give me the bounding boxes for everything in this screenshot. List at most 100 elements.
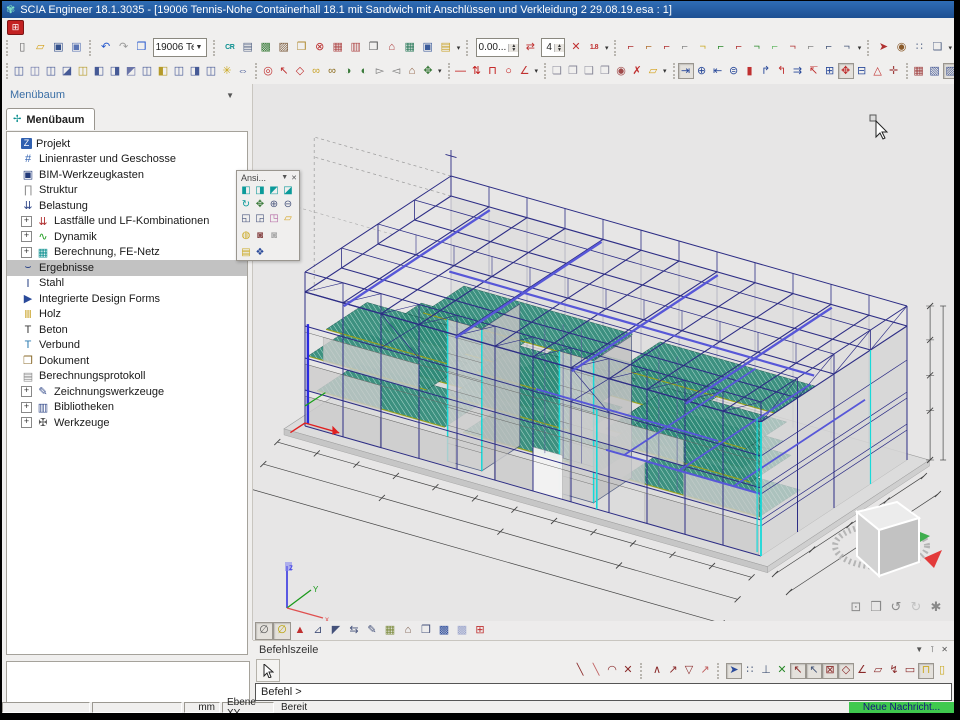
draw-tool-icon[interactable]: ✕ [620,663,636,679]
toolbar-grip[interactable] [89,40,93,56]
toolbar-grip[interactable] [6,40,10,56]
scale-tool-icon[interactable]: 1.8 [585,39,603,57]
chevron-down-icon[interactable]: ▼ [226,91,234,100]
pin-icon[interactable]: ⊺ [930,645,934,654]
tree-item[interactable]: + ▤ Berechnungsprotokoll [7,369,247,385]
tree-item[interactable]: + ∿ Dynamik [7,229,247,245]
node-tool-icon[interactable]: ↸ [806,63,822,79]
modify-tool-icon[interactable]: ◐ [356,63,372,79]
spinner-arrows-icon[interactable]: ▲▼ [554,44,564,52]
viewport-display-icon[interactable]: ✎ [363,622,381,640]
tree-item[interactable]: + ⇊ Belastung [7,198,247,214]
tree-item[interactable]: + ▣ BIM-Werkzeugkasten [7,167,247,183]
modify-tool-icon[interactable]: ◑ [340,63,356,79]
node-tool-icon[interactable]: △ [870,63,886,79]
render-option-icon[interactable]: ◙ [253,229,267,243]
overflow-caret-icon[interactable]: ▾ [605,44,609,52]
zoom-rotate-icon[interactable]: ✥ [253,198,267,212]
visibility-tool-icon[interactable]: ✗ [629,63,645,79]
node-tool-icon[interactable]: ⇤ [710,63,726,79]
snap-mode-icon[interactable]: ⊥ [758,663,774,679]
cursor-snap-icon[interactable]: ➤ [726,663,742,679]
project-combo[interactable]: 19006 Tennis-Nohe▼ [153,38,208,57]
display-mode-icon[interactable]: ❖ [253,246,267,260]
render-option-icon[interactable]: ◙ [267,229,281,243]
misc-tool-icon[interactable]: ❑ [929,39,947,57]
viewport-display-icon[interactable]: ▲ [291,622,309,640]
corner-tool-icon[interactable]: ⌐ [658,39,676,57]
undo-redo-icon[interactable]: ↷ [115,39,133,57]
column-tool-icon[interactable]: ◫ [43,63,59,79]
swap-icon[interactable]: ⇄ [521,39,539,57]
view-direction-icon[interactable]: ◨ [253,184,267,198]
workplane-indicator[interactable]: Ebene XY [222,702,274,713]
draw-tool-icon[interactable]: ╲ [588,663,604,679]
nav-tool-icon[interactable]: ✱ [926,596,946,616]
visibility-tool-icon[interactable]: ◉ [613,63,629,79]
snap-mode-icon[interactable]: ↯ [886,663,902,679]
snap-mode-icon[interactable]: ✕ [774,663,790,679]
tree-item[interactable]: + Ⅰ Stahl [7,276,247,292]
expander-icon[interactable]: + [21,402,32,413]
corner-tool-icon[interactable]: ⌐ [766,39,784,57]
nav-cube[interactable] [824,474,944,594]
corner-tool-icon[interactable]: ⌐ [730,39,748,57]
zoom-window-icon[interactable]: ◱ [239,212,253,226]
viewport-display-icon[interactable]: ⊿ [309,622,327,640]
column-tool-icon[interactable]: ◨ [107,63,123,79]
tab-menubaum[interactable]: ✢ Menübaum [6,108,95,130]
toolbar-grip[interactable] [673,63,675,79]
tree-item[interactable]: + ▦ Berechnung, FE-Netz [7,245,247,261]
select-tool-icon[interactable]: ◇ [292,63,308,79]
viewport-display-icon[interactable]: ▦ [381,622,399,640]
undo-redo-icon[interactable]: ↶ [97,39,115,57]
mesh-tool-icon[interactable]: ▧ [927,63,943,79]
mesh-tool-icon[interactable]: ▦ [911,63,927,79]
viewport-display-icon[interactable]: ∅ [273,622,291,640]
viewport-display-icon[interactable]: ⌂ [399,622,417,640]
zoom-rotate-icon[interactable]: ↻ [239,198,253,212]
copy-tool-icon[interactable]: ❑ [581,63,597,79]
overflow-caret-icon[interactable]: ▾ [949,44,953,52]
file-toolbar-icon[interactable]: ▣ [67,39,85,57]
node-tool-icon[interactable]: ⇉ [790,63,806,79]
snap-mode-icon[interactable]: ∷ [742,663,758,679]
select-tool-icon[interactable]: ◎ [260,63,276,79]
render-option-icon[interactable]: ◍ [239,229,253,243]
corner-tool-icon[interactable]: ⌐ [712,39,730,57]
modify-tool-icon[interactable]: ▻ [372,63,388,79]
tree-item[interactable]: + ✠ Werkzeuge [7,415,247,431]
tree-item[interactable]: + # Linienraster und Geschosse [7,152,247,168]
point-tool-icon[interactable]: ↗ [697,663,713,679]
view-toolbar-icon[interactable]: ▨ [275,39,293,57]
toolbar-grip[interactable] [6,63,8,79]
node-tool-icon[interactable]: ⇥ [678,63,694,79]
tree-item[interactable]: + ⇊ Lastfälle und LF-Kombinationen [7,214,247,230]
corner-tool-icon[interactable]: ⌐ [640,39,658,57]
scale-tool-icon[interactable]: ✕ [567,39,585,57]
line-tool-icon[interactable]: ○ [501,63,517,79]
misc-tool-icon[interactable]: ∷ [911,39,929,57]
toolbar-grip[interactable] [867,40,871,56]
toolbar-grip[interactable] [544,63,546,79]
copy-tool-icon[interactable]: ❏ [549,63,565,79]
node-tool-icon[interactable]: ⊟ [854,63,870,79]
column-tool-icon[interactable]: ◪ [59,63,75,79]
pointer-mode-button[interactable] [256,659,280,682]
toolbar-grip[interactable] [640,663,646,679]
nav-tool-icon[interactable]: ↻ [906,596,926,616]
view-toolbar-icon[interactable]: ▥ [347,39,365,57]
expander-icon[interactable]: + [21,417,32,428]
expander-icon[interactable]: + [21,231,32,242]
folder-tool-icon[interactable]: ▱ [645,63,661,79]
toolbar-grip[interactable] [255,63,257,79]
node-tool-icon[interactable]: ✥ [838,63,854,79]
corner-tool-icon[interactable]: ⌐ [676,39,694,57]
title-bar[interactable]: ✾ SCIA Engineer 18.1.3035 - [19006 Tenni… [2,1,954,18]
chevron-down-icon[interactable]: ▼ [281,174,288,181]
snap-mode-icon[interactable]: ◇ [838,663,854,679]
tree-item[interactable]: + ▥ Bibliotheken [7,400,247,416]
select-tool-icon[interactable]: ↖ [276,63,292,79]
snap-mode-icon[interactable]: ▯ [934,663,950,679]
mesh-tool-icon[interactable]: ▨ [943,63,954,79]
